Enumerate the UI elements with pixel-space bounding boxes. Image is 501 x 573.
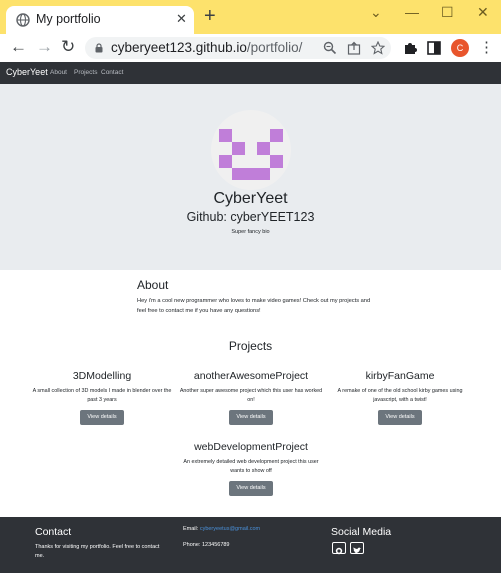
twitter-icon[interactable] [350,542,364,554]
email-label: Email: [183,526,199,532]
about-text: Hey i'm a cool new programmer who loves … [137,298,371,314]
footer-social-title: Social Media [331,526,392,538]
project-name: kirbyFanGame [365,370,435,382]
new-tab-icon[interactable]: + [204,6,216,26]
side-panel-icon[interactable] [426,40,442,56]
reload-icon[interactable]: ↻ [61,38,75,56]
site-footer: Contact Thanks for visiting my portfolio… [0,517,501,573]
tab-title: My portfolio [36,12,101,26]
footer-phone: Phone: 123456789 [183,542,230,548]
footer-contact-title: Contact [35,526,72,538]
projects-title: Projects [228,339,273,353]
hero-name: CyberYeet [213,190,288,207]
url-host: cyberyeet123.github.io [111,40,247,55]
nav-link-about[interactable]: About [50,69,67,76]
url-text: cyberyeet123.github.io/portfolio/ [111,40,302,55]
view-details-button[interactable]: View details [229,481,273,496]
footer-email: Email: cyberyeetus@gmail.com [183,526,260,532]
tab-search-chevron-icon[interactable]: ⌄ [370,4,382,21]
project-name: 3DModelling [72,370,132,382]
site-navbar: CyberYeet About Projects Contact [0,62,501,84]
view-details-button[interactable]: View details [80,410,124,425]
project-card: kirbyFanGame A remake of one of the old … [325,370,475,425]
lock-icon [95,43,103,53]
close-window-icon[interactable]: ✕ [477,4,489,21]
project-card: anotherAwesomeProject Another super awes… [176,370,326,425]
project-desc: Another super awesome project which this… [179,388,323,403]
project-card: webDevelopmentProject An extremely detai… [176,441,326,496]
profile-avatar[interactable]: C [451,39,469,57]
kebab-menu-icon[interactable]: ⋮ [479,39,494,57]
footer-contact-text: Thanks for visiting my portfolio. Feel f… [35,544,160,559]
hero-section: CyberYeet Github: cyberYEET123 Super fan… [0,84,501,270]
browser-tab[interactable]: My portfolio ✕ [6,6,194,34]
tab-close-icon[interactable]: ✕ [176,12,187,26]
nav-link-contact[interactable]: Contact [101,69,123,76]
view-details-button[interactable]: View details [378,410,422,425]
project-name: webDevelopmentProject [194,441,308,453]
project-desc: A remake of one of the old school kirby … [337,388,463,403]
minimize-icon[interactable]: — [405,4,419,20]
project-desc: A small collection of 3D models I made i… [32,388,172,403]
about-title: About [137,278,169,292]
view-details-button[interactable]: View details [229,410,273,425]
project-name: anotherAwesomeProject [193,370,309,382]
back-arrow-icon[interactable]: ← [10,38,27,56]
hero-github: Github: cyberYEET123 [186,210,315,224]
project-card: 3DModelling A small collection of 3D mod… [27,370,177,425]
browser-tab-bar: My portfolio ✕ + ⌄ — ☐ ✕ [0,0,501,34]
share-icon[interactable] [347,41,361,55]
url-path: /portfolio/ [246,40,303,55]
email-link[interactable]: cyberyeetus@gmail.com [200,526,260,532]
globe-icon [16,13,30,27]
profile-identicon-icon [211,110,291,190]
bookmark-star-icon[interactable] [371,41,385,55]
github-icon[interactable] [332,542,346,555]
forward-arrow-icon[interactable]: → [36,38,53,56]
address-bar[interactable]: cyberyeet123.github.io/portfolio/ [85,37,391,59]
browser-toolbar: ← → ↻ cyberyeet123.github.io/portfolio/ … [0,34,501,62]
extensions-puzzle-icon[interactable] [402,40,418,56]
maximize-icon[interactable]: ☐ [441,4,454,21]
hero-bio: Super fancy bio [231,229,270,235]
project-desc: An extremely detailed web development pr… [183,459,319,474]
zoom-icon[interactable] [323,41,337,55]
navbar-brand[interactable]: CyberYeet [6,67,48,77]
nav-link-projects[interactable]: Projects [74,69,97,76]
